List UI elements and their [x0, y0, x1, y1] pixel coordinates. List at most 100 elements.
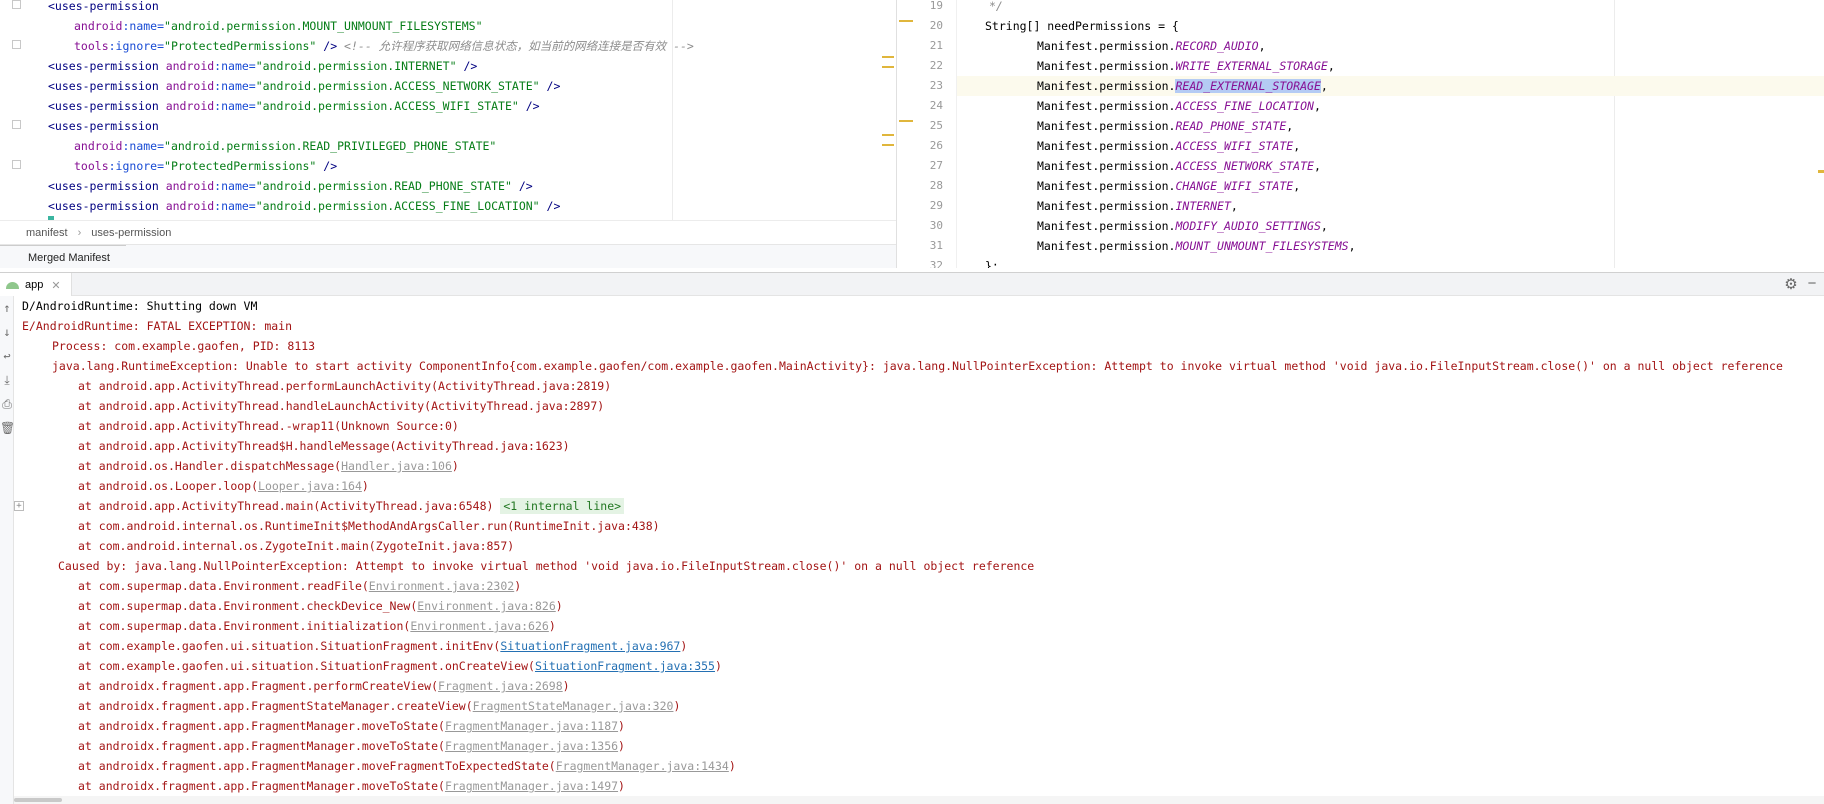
- code-prefix: Manifest.permission.: [1037, 239, 1176, 253]
- code-punctuation: ,: [1258, 39, 1266, 53]
- line-number: 25: [929, 119, 943, 132]
- permission-constant[interactable]: MODIFY_AUDIO_SETTINGS: [1175, 219, 1320, 233]
- trash-icon[interactable]: 🗑: [0, 418, 15, 438]
- permission-constant[interactable]: RECORD_AUDIO: [1175, 39, 1258, 53]
- xml-code-line[interactable]: <uses-permission android:name="android.p…: [48, 196, 694, 216]
- permission-constant[interactable]: ACCESS_FINE_LOCATION: [1175, 99, 1313, 113]
- java-code-line[interactable]: */: [957, 0, 1824, 16]
- permission-constant[interactable]: ACCESS_WIFI_STATE: [1175, 139, 1293, 153]
- permission-constant[interactable]: INTERNET: [1175, 199, 1230, 213]
- tab-merged-manifest[interactable]: Merged Manifest: [0, 244, 126, 269]
- warning-marker[interactable]: [882, 56, 894, 58]
- java-code-line[interactable]: Manifest.permission.ACCESS_WIFI_STATE,: [957, 136, 1824, 156]
- xml-error-stripe[interactable]: [880, 0, 896, 220]
- warning-marker[interactable]: [882, 66, 894, 68]
- source-link[interactable]: Looper.java:164: [258, 479, 362, 493]
- breadcrumb-item-uses-permission[interactable]: uses-permission: [91, 227, 171, 239]
- fold-marker-icon[interactable]: [12, 160, 21, 169]
- expand-icon[interactable]: +: [14, 501, 24, 511]
- java-code-line[interactable]: Manifest.permission.ACCESS_NETWORK_STATE…: [957, 156, 1824, 176]
- xml-token: />: [316, 159, 338, 173]
- fold-marker-icon[interactable]: [12, 120, 21, 129]
- permission-constant[interactable]: CHANGE_WIFI_STATE: [1175, 179, 1293, 193]
- xml-token: "android.permission.READ_PHONE_STATE": [255, 179, 512, 193]
- internal-lines-toggle[interactable]: <1 internal line>: [500, 498, 625, 514]
- permission-constant[interactable]: WRITE_EXTERNAL_STORAGE: [1175, 59, 1327, 73]
- xml-code-line[interactable]: android:name="android.permission.MOUNT_U…: [48, 16, 694, 36]
- permission-constant[interactable]: ACCESS_NETWORK_STATE: [1175, 159, 1313, 173]
- warning-marker[interactable]: [882, 134, 894, 136]
- xml-code-line[interactable]: <uses-permission: [48, 116, 694, 136]
- breadcrumb-item-manifest[interactable]: manifest: [26, 227, 68, 239]
- source-link[interactable]: FragmentStateManager.java:320: [473, 699, 674, 713]
- permission-constant[interactable]: READ_EXTERNAL_STORAGE: [1175, 79, 1321, 93]
- code-punctuation: ,: [1313, 99, 1321, 113]
- console-text: ): [548, 619, 556, 633]
- project-source-link[interactable]: SituationFragment.java:355: [535, 659, 715, 673]
- java-code-line[interactable]: Manifest.permission.INTERNET,: [957, 196, 1824, 216]
- project-source-link[interactable]: SituationFragment.java:967: [500, 639, 680, 653]
- java-code-lines[interactable]: */ String[] needPermissions = {Manifest.p…: [957, 0, 1824, 268]
- permission-constant[interactable]: MOUNT_UNMOUNT_FILESYSTEMS: [1175, 239, 1348, 253]
- java-editor[interactable]: 19 20 21 22 23 24 25 26 27 28 29 30 31 32 */ String[] …: [896, 0, 1824, 268]
- source-link[interactable]: Fragment.java:2698: [438, 679, 563, 693]
- source-link[interactable]: FragmentManager.java:1497: [445, 779, 618, 793]
- change-marker[interactable]: [899, 120, 913, 122]
- code-prefix: Manifest.permission.: [1037, 59, 1176, 73]
- manifest-xml-editor[interactable]: <uses-permission android:name="android.pe…: [0, 0, 896, 220]
- fold-marker-icon[interactable]: [12, 40, 21, 49]
- soft-wrap-icon[interactable]: ↩: [0, 346, 14, 366]
- java-code-line[interactable]: Manifest.permission.WRITE_EXTERNAL_STORA…: [957, 56, 1824, 76]
- warning-marker[interactable]: [1818, 170, 1824, 173]
- java-code-line[interactable]: String[] needPermissions = {: [957, 16, 1824, 36]
- close-icon[interactable]: ✕: [51, 279, 60, 292]
- line-number: 24: [929, 99, 943, 112]
- xml-token: android: [165, 179, 215, 193]
- source-link[interactable]: FragmentManager.java:1356: [445, 739, 618, 753]
- code-punctuation: ,: [1327, 59, 1335, 73]
- line-number: 19: [929, 0, 943, 12]
- run-tab-label: app: [25, 279, 44, 291]
- source-link[interactable]: Environment.java:626: [410, 619, 548, 633]
- scroll-to-end-icon[interactable]: ⤓: [0, 370, 14, 390]
- xml-code-lines[interactable]: <uses-permission android:name="android.pe…: [48, 0, 694, 216]
- source-link[interactable]: Environment.java:826: [417, 599, 555, 613]
- java-code-line[interactable]: Manifest.permission.MOUNT_UNMOUNT_FILESY…: [957, 236, 1824, 256]
- up-arrow-icon[interactable]: ↑: [0, 298, 14, 318]
- java-code-line[interactable]: Manifest.permission.READ_EXTERNAL_STORAG…: [957, 76, 1824, 96]
- console-text: java.lang.RuntimeException: Unable to st…: [52, 359, 1783, 373]
- java-code-line[interactable]: };: [957, 256, 1824, 268]
- xml-code-line[interactable]: <uses-permission android:name="android.p…: [48, 56, 694, 76]
- print-icon[interactable]: ⎙: [0, 394, 14, 414]
- gear-icon[interactable]: ⚙: [1782, 276, 1800, 294]
- java-code-line[interactable]: Manifest.permission.READ_PHONE_STATE,: [957, 116, 1824, 136]
- xml-code-line[interactable]: android:name="android.permission.READ_PR…: [48, 136, 694, 156]
- source-link[interactable]: FragmentManager.java:1187: [445, 719, 618, 733]
- permission-constant[interactable]: READ_PHONE_STATE: [1175, 119, 1286, 133]
- source-link[interactable]: FragmentManager.java:1434: [556, 759, 729, 773]
- xml-code-line[interactable]: <uses-permission: [48, 0, 694, 16]
- xml-code-line[interactable]: <uses-permission android:name="android.p…: [48, 96, 694, 116]
- xml-token: <uses-permission: [48, 199, 166, 213]
- horizontal-scrollbar[interactable]: [14, 796, 1824, 804]
- java-code-line[interactable]: Manifest.permission.ACCESS_FINE_LOCATION…: [957, 96, 1824, 116]
- minimize-icon[interactable]: −: [1804, 276, 1820, 294]
- source-link[interactable]: Environment.java:2302: [369, 579, 514, 593]
- console-text: at androidx.fragment.app.FragmentManager…: [78, 719, 445, 733]
- xml-code-line[interactable]: tools:ignore="ProtectedPermissions" /> <…: [48, 36, 694, 56]
- source-link[interactable]: Handler.java:106: [341, 459, 452, 473]
- warning-marker[interactable]: [882, 144, 894, 146]
- java-code-line[interactable]: Manifest.permission.CHANGE_WIFI_STATE,: [957, 176, 1824, 196]
- xml-code-line[interactable]: <uses-permission android:name="android.p…: [48, 176, 694, 196]
- change-marker[interactable]: [899, 20, 913, 22]
- java-code-line[interactable]: Manifest.permission.RECORD_AUDIO,: [957, 36, 1824, 56]
- java-code-line[interactable]: Manifest.permission.MODIFY_AUDIO_SETTING…: [957, 216, 1824, 236]
- run-console-output[interactable]: D/AndroidRuntime: Shutting down VM E/Andr…: [14, 296, 1824, 796]
- xml-code-line[interactable]: <uses-permission android:name="android.p…: [48, 76, 694, 96]
- fold-marker-icon[interactable]: [12, 0, 21, 9]
- console-text: at com.supermap.data.Environment.checkDe…: [78, 599, 418, 613]
- down-arrow-icon[interactable]: ↓: [0, 322, 14, 342]
- xml-code-line[interactable]: tools:ignore="ProtectedPermissions" />: [48, 156, 694, 176]
- run-tab-app[interactable]: app ✕: [0, 273, 72, 297]
- scrollbar-thumb[interactable]: [14, 798, 62, 802]
